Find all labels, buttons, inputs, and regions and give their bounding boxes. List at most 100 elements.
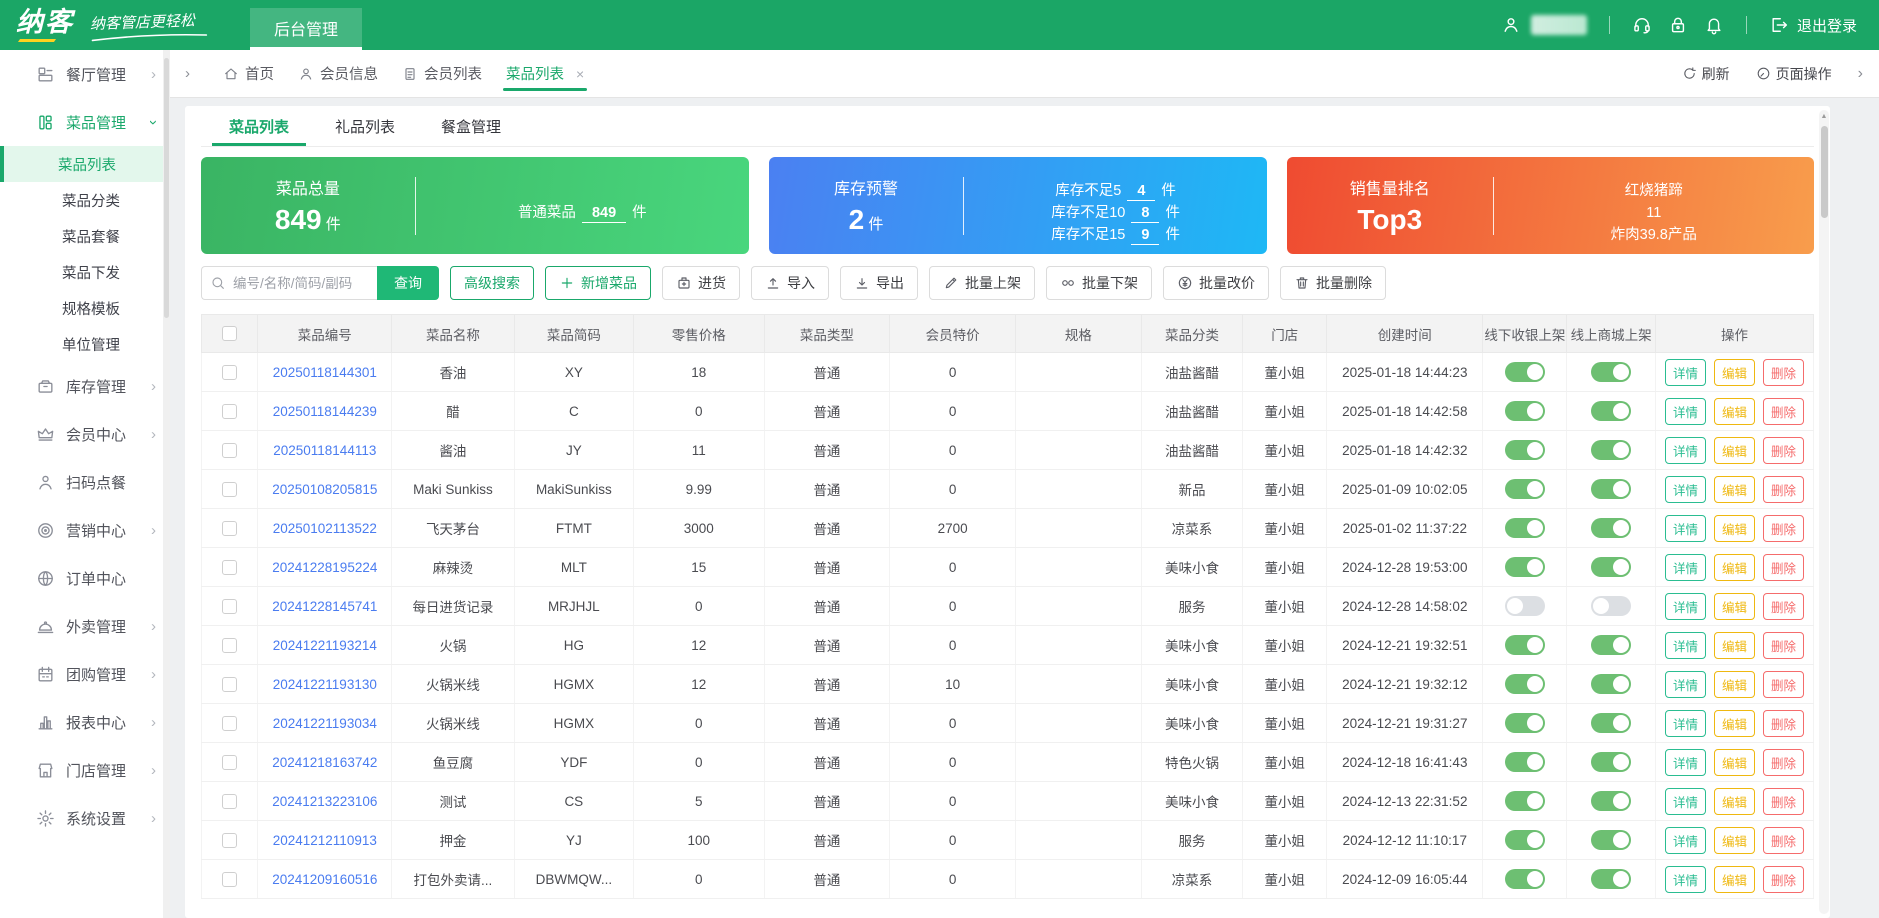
edit-button[interactable]: 编辑 bbox=[1714, 788, 1755, 815]
batch-delete-button[interactable]: 批量删除 bbox=[1280, 266, 1386, 300]
sidebar-subitem[interactable]: 单位管理 bbox=[0, 326, 170, 362]
row-checkbox[interactable] bbox=[222, 521, 237, 536]
row-checkbox[interactable] bbox=[222, 872, 237, 887]
edit-button[interactable]: 编辑 bbox=[1714, 866, 1755, 893]
product-code-link[interactable]: 20241218163742 bbox=[272, 755, 377, 770]
page-operations-button[interactable]: 页面操作 bbox=[1756, 64, 1832, 84]
sidebar-subitem[interactable]: 菜品下发 bbox=[0, 254, 170, 290]
add-dish-button[interactable]: 新增菜品 bbox=[545, 266, 651, 300]
mall-onshelf-toggle[interactable] bbox=[1591, 635, 1631, 655]
row-checkbox[interactable] bbox=[222, 755, 237, 770]
edit-button[interactable]: 编辑 bbox=[1714, 749, 1755, 776]
lock-icon[interactable] bbox=[1668, 15, 1688, 35]
detail-button[interactable]: 详情 bbox=[1665, 476, 1706, 503]
delete-button[interactable]: 删除 bbox=[1763, 554, 1804, 581]
sidebar-item-marketing[interactable]: 营销中心› bbox=[0, 506, 170, 554]
detail-button[interactable]: 详情 bbox=[1665, 554, 1706, 581]
edit-button[interactable]: 编辑 bbox=[1714, 671, 1755, 698]
sidebar-item-settings[interactable]: 系统设置› bbox=[0, 794, 170, 842]
purchase-button[interactable]: 进货 bbox=[662, 266, 740, 300]
detail-button[interactable]: 详情 bbox=[1665, 827, 1706, 854]
delete-button[interactable]: 删除 bbox=[1763, 359, 1804, 386]
scrollbar-thumb[interactable] bbox=[1821, 126, 1828, 218]
row-checkbox[interactable] bbox=[222, 404, 237, 419]
product-code-link[interactable]: 20241221193214 bbox=[273, 638, 377, 653]
tab-member-info[interactable]: 会员信息 bbox=[298, 50, 378, 97]
detail-button[interactable]: 详情 bbox=[1665, 515, 1706, 542]
import-button[interactable]: 导入 bbox=[751, 266, 829, 300]
edit-button[interactable]: 编辑 bbox=[1714, 359, 1755, 386]
product-code-link[interactable]: 20250108205815 bbox=[272, 482, 377, 497]
pos-onshelf-toggle[interactable] bbox=[1505, 362, 1545, 382]
sidebar-scrollbar-thumb[interactable] bbox=[164, 58, 169, 318]
product-code-link[interactable]: 20250118144239 bbox=[273, 404, 377, 419]
mall-onshelf-toggle[interactable] bbox=[1591, 362, 1631, 382]
select-all-checkbox[interactable] bbox=[222, 326, 237, 341]
delete-button[interactable]: 删除 bbox=[1763, 788, 1804, 815]
pos-onshelf-toggle[interactable] bbox=[1505, 635, 1545, 655]
tab-home[interactable]: 首页 bbox=[223, 50, 274, 97]
sidebar-item-order[interactable]: 订单中心 bbox=[0, 554, 170, 602]
pos-onshelf-toggle[interactable] bbox=[1505, 752, 1545, 772]
edit-button[interactable]: 编辑 bbox=[1714, 827, 1755, 854]
chevron-right-icon[interactable]: › bbox=[1858, 65, 1863, 83]
headset-icon[interactable] bbox=[1632, 15, 1652, 35]
row-checkbox[interactable] bbox=[222, 716, 237, 731]
detail-button[interactable]: 详情 bbox=[1665, 593, 1706, 620]
mall-onshelf-toggle[interactable] bbox=[1591, 440, 1631, 460]
detail-button[interactable]: 详情 bbox=[1665, 632, 1706, 659]
edit-button[interactable]: 编辑 bbox=[1714, 593, 1755, 620]
sidebar-scrollbar[interactable] bbox=[163, 50, 170, 918]
detail-button[interactable]: 详情 bbox=[1665, 671, 1706, 698]
delete-button[interactable]: 删除 bbox=[1763, 827, 1804, 854]
row-checkbox[interactable] bbox=[222, 482, 237, 497]
pos-onshelf-toggle[interactable] bbox=[1505, 518, 1545, 538]
detail-button[interactable]: 详情 bbox=[1665, 866, 1706, 893]
batch-onshelf-button[interactable]: 批量上架 bbox=[929, 266, 1035, 300]
row-checkbox[interactable] bbox=[222, 599, 237, 614]
sidebar-subitem[interactable]: 菜品套餐 bbox=[0, 218, 170, 254]
pos-onshelf-toggle[interactable] bbox=[1505, 440, 1545, 460]
product-code-link[interactable]: 20241221193034 bbox=[273, 716, 377, 731]
scroll-up-arrow-icon[interactable]: ▲ bbox=[1819, 113, 1829, 120]
row-checkbox[interactable] bbox=[222, 560, 237, 575]
row-checkbox[interactable] bbox=[222, 638, 237, 653]
delete-button[interactable]: 删除 bbox=[1763, 671, 1804, 698]
sidebar-subitem[interactable]: 菜品分类 bbox=[0, 182, 170, 218]
delete-button[interactable]: 删除 bbox=[1763, 515, 1804, 542]
detail-button[interactable]: 详情 bbox=[1665, 359, 1706, 386]
card-line[interactable]: 库存不足108件 bbox=[1051, 202, 1180, 224]
product-code-link[interactable]: 20241212110913 bbox=[273, 833, 377, 848]
delete-button[interactable]: 删除 bbox=[1763, 476, 1804, 503]
pos-onshelf-toggle[interactable] bbox=[1505, 869, 1545, 889]
query-button[interactable]: 查询 bbox=[377, 266, 439, 300]
product-code-link[interactable]: 20250118144301 bbox=[273, 365, 377, 380]
mall-onshelf-toggle[interactable] bbox=[1591, 830, 1631, 850]
subtab-mealbox-manage[interactable]: 餐盒管理 bbox=[441, 106, 501, 146]
vertical-scrollbar[interactable]: ▲ bbox=[1819, 110, 1829, 914]
mall-onshelf-toggle[interactable] bbox=[1591, 674, 1631, 694]
detail-button[interactable]: 详情 bbox=[1665, 788, 1706, 815]
mall-onshelf-toggle[interactable] bbox=[1591, 713, 1631, 733]
detail-button[interactable]: 详情 bbox=[1665, 710, 1706, 737]
edit-button[interactable]: 编辑 bbox=[1714, 515, 1755, 542]
subtab-dish-list[interactable]: 菜品列表 bbox=[229, 106, 289, 146]
product-code-link[interactable]: 20241213223106 bbox=[272, 794, 377, 809]
pos-onshelf-toggle[interactable] bbox=[1505, 479, 1545, 499]
tab-member-list[interactable]: 会员列表 bbox=[402, 50, 482, 97]
mall-onshelf-toggle[interactable] bbox=[1591, 401, 1631, 421]
row-checkbox[interactable] bbox=[222, 677, 237, 692]
sidebar-item-takeout[interactable]: 外卖管理› bbox=[0, 602, 170, 650]
edit-button[interactable]: 编辑 bbox=[1714, 437, 1755, 464]
detail-button[interactable]: 详情 bbox=[1665, 398, 1706, 425]
sidebar-item-crown[interactable]: 会员中心› bbox=[0, 410, 170, 458]
pos-onshelf-toggle[interactable] bbox=[1505, 596, 1545, 616]
sidebar-item-inventory[interactable]: 库存管理› bbox=[0, 362, 170, 410]
edit-button[interactable]: 编辑 bbox=[1714, 632, 1755, 659]
sidebar-item-report[interactable]: 报表中心› bbox=[0, 698, 170, 746]
detail-button[interactable]: 详情 bbox=[1665, 437, 1706, 464]
close-icon[interactable]: × bbox=[576, 66, 584, 82]
mall-onshelf-toggle[interactable] bbox=[1591, 596, 1631, 616]
sidebar-subitem[interactable]: 菜品列表 bbox=[0, 146, 170, 182]
sidebar-item-restaurant[interactable]: 餐厅管理› bbox=[0, 50, 170, 98]
